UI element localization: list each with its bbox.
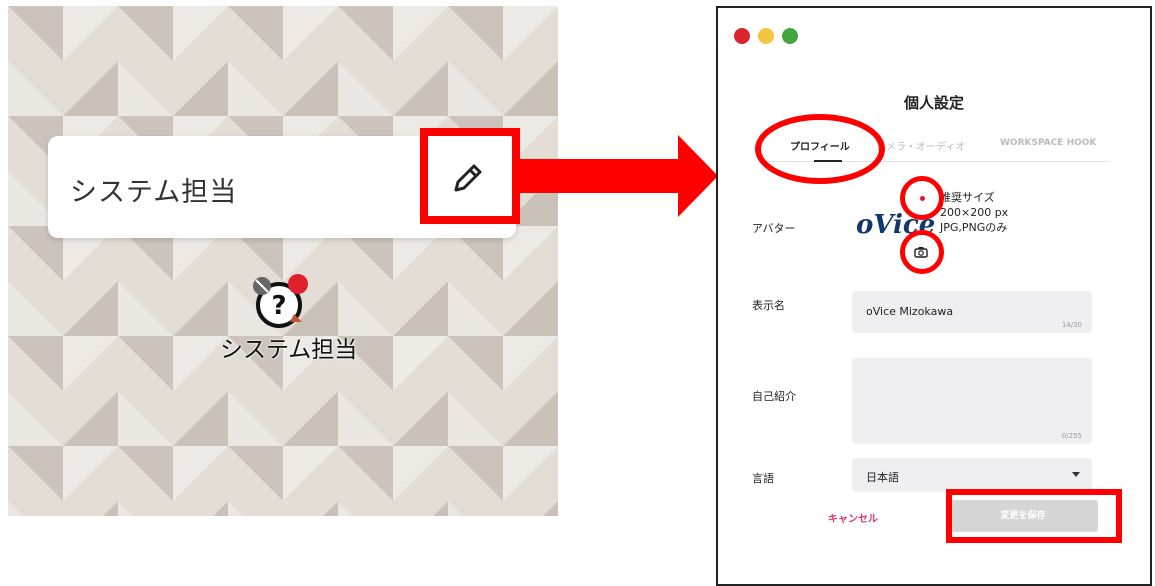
- camera-highlight: [900, 230, 944, 274]
- settings-title: 個人設定: [903, 94, 964, 112]
- display-name-field[interactable]: oVice Mizokawa 14/30: [852, 291, 1092, 333]
- card-name: システム担当: [70, 177, 238, 208]
- maximize-window-dot[interactable]: [782, 28, 798, 44]
- cancel-button[interactable]: キャンセル: [828, 510, 878, 525]
- language-select[interactable]: 日本語: [852, 458, 1092, 492]
- avatar-info: 推奨サイズ 200×200 px JPG,PNGのみ: [940, 190, 1008, 235]
- bio-label: 自己紹介: [752, 390, 796, 403]
- minimize-window-dot[interactable]: [758, 28, 774, 44]
- bio-textarea[interactable]: 0/255: [852, 358, 1092, 444]
- avatar-label: アバター: [752, 222, 796, 235]
- close-window-dot[interactable]: [734, 28, 750, 44]
- save-button-highlight: [946, 489, 1122, 543]
- chevron-down-icon: [1072, 472, 1080, 477]
- display-name-label: 表示名: [752, 299, 785, 312]
- tab-workspace-hook[interactable]: WORKSPACE HOOK: [1000, 138, 1096, 148]
- avatar-info-line: JPG,PNGのみ: [940, 221, 1008, 234]
- avatar-info-line: 推奨サイズ: [940, 191, 995, 204]
- avatar-info-line: 200×200 px: [940, 206, 1009, 219]
- avatar-icon[interactable]: ?: [250, 272, 308, 330]
- settings-window: 個人設定 プロフィール カメラ・オーディオ WORKSPACE HOOK アバタ…: [716, 6, 1152, 586]
- language-value: 日本語: [866, 471, 899, 484]
- avatar-name-label: システム担当: [220, 337, 358, 363]
- svg-text:?: ?: [271, 291, 286, 321]
- display-name-counter: 14/30: [1061, 321, 1082, 329]
- bio-counter: 0/255: [1061, 432, 1082, 440]
- profile-tab-highlight: [755, 114, 885, 184]
- tab-camera-audio[interactable]: カメラ・オーディオ: [876, 138, 965, 153]
- space-floor: [8, 6, 558, 516]
- status-dot-highlight: [900, 176, 944, 220]
- arrow-body: [520, 159, 680, 193]
- arrow-head: [678, 135, 718, 217]
- display-name-value: oVice Mizokawa: [866, 305, 954, 318]
- edit-button-highlight: [420, 128, 520, 224]
- language-label: 言語: [752, 472, 774, 485]
